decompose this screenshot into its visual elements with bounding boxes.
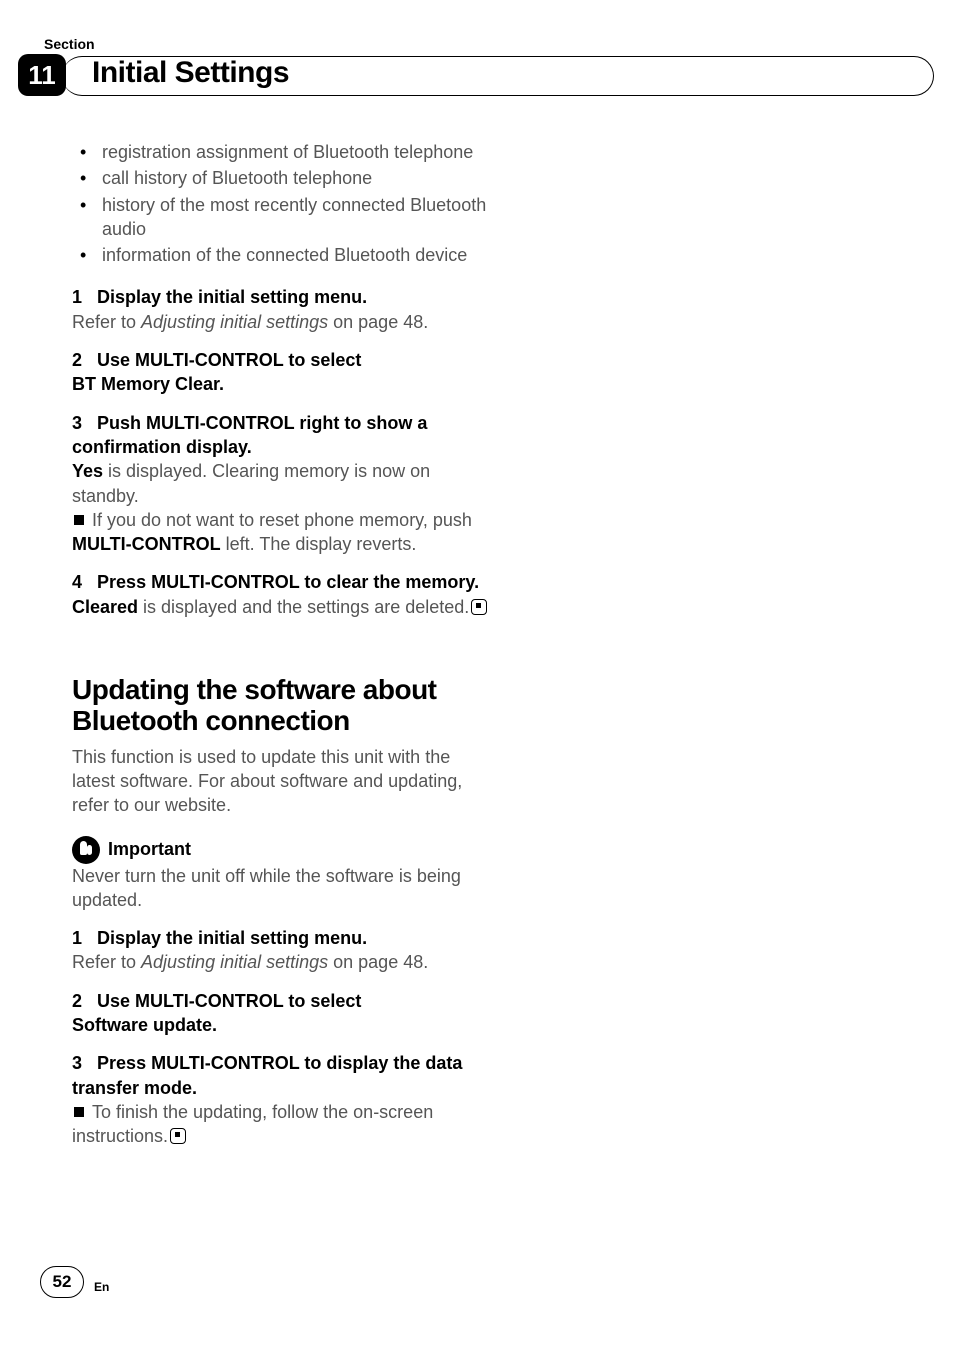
step-number: 1 [72,928,82,948]
step-number: 2 [72,350,82,370]
refer-prefix: Refer to [72,312,141,332]
step-a2: 2 Use MULTI-CONTROL to select BT Memory … [72,348,492,397]
step-heading: 1 Display the initial setting menu. [72,926,492,950]
step-title-line1: Use MULTI-CONTROL to select [97,350,361,370]
section-heading: Updating the software about Bluetooth co… [72,675,492,737]
refer-prefix: Refer to [72,952,141,972]
step-title-line2: BT Memory Clear. [72,374,224,394]
step-b2: 2 Use MULTI-CONTROL to select Software u… [72,989,492,1038]
step-title: Display the initial setting menu. [97,287,367,307]
step-b3: 3 Press MULTI-CONTROL to display the dat… [72,1051,492,1148]
step-number: 4 [72,572,82,592]
step-title-line2: Software update. [72,1015,217,1035]
step-a1: 1 Display the initial setting menu. Refe… [72,285,492,334]
body-rest: is displayed and the settings are delete… [138,597,469,617]
refer-link: Adjusting initial settings [141,952,328,972]
step-body: Refer to Adjusting initial settings on p… [72,310,492,334]
refer-link: Adjusting initial settings [141,312,328,332]
black-square-icon [74,515,84,525]
step-title: Push MULTI-CONTROL right to show a confi… [72,413,427,457]
list-item: registration assignment of Bluetooth tel… [72,140,492,164]
step-title: Press MULTI-CONTROL to display the data … [72,1053,462,1097]
step-title: Press MULTI-CONTROL to clear the memory. [97,572,479,592]
list-item: information of the connected Bluetooth d… [72,243,492,267]
step-heading: 2 Use MULTI-CONTROL to select Software u… [72,989,492,1038]
step-title-line1: Use MULTI-CONTROL to select [97,991,361,1011]
step-number: 3 [72,1053,82,1073]
chapter-header: 11 Initial Settings [0,54,954,102]
refer-suffix: on page 48. [328,952,428,972]
body-rest: is displayed. Clearing memory is now on … [72,461,430,505]
main-content: registration assignment of Bluetooth tel… [72,140,492,1149]
hand-point-icon [72,836,100,864]
page-footer: 52 En [40,1266,109,1298]
page-number: 52 [40,1266,84,1298]
yes-label: Yes [72,461,103,481]
important-label: Important [108,837,191,861]
end-of-section-icon [170,1128,186,1144]
note-prefix: If you do not want to reset phone memory… [92,510,472,530]
section-intro: This function is used to update this uni… [72,745,492,818]
step-b1: 1 Display the initial setting menu. Refe… [72,926,492,975]
chapter-title: Initial Settings [92,56,289,90]
note-suffix: left. The display reverts. [221,534,417,554]
step-note: If you do not want to reset phone memory… [72,508,492,557]
list-item: history of the most recently connected B… [72,193,492,242]
black-square-icon [74,1107,84,1117]
step-a3: 3 Push MULTI-CONTROL right to show a con… [72,411,492,557]
important-body: Never turn the unit off while the softwa… [72,864,492,913]
step-title: Display the initial setting menu. [97,928,367,948]
step-body: Refer to Adjusting initial settings on p… [72,950,492,974]
list-item: call history of Bluetooth telephone [72,166,492,190]
step-number: 2 [72,991,82,1011]
section-label: Section [44,36,95,52]
note-text: To finish the updating, follow the on-sc… [72,1102,433,1146]
step-heading: 3 Push MULTI-CONTROL right to show a con… [72,411,492,460]
important-callout: Important [72,836,492,864]
step-note: To finish the updating, follow the on-sc… [72,1100,492,1149]
step-body: Cleared is displayed and the settings ar… [72,595,492,619]
cleared-label: Cleared [72,597,138,617]
section-number-badge: 11 [18,54,66,96]
step-number: 1 [72,287,82,307]
bullet-list: registration assignment of Bluetooth tel… [72,140,492,267]
step-heading: 2 Use MULTI-CONTROL to select BT Memory … [72,348,492,397]
refer-suffix: on page 48. [328,312,428,332]
step-a4: 4 Press MULTI-CONTROL to clear the memor… [72,570,492,619]
step-number: 3 [72,413,82,433]
multi-control-label: MULTI-CONTROL [72,534,221,554]
step-body: Yes is displayed. Clearing memory is now… [72,459,492,508]
language-code: En [94,1270,109,1294]
step-heading: 1 Display the initial setting menu. [72,285,492,309]
end-of-section-icon [471,599,487,615]
step-heading: 3 Press MULTI-CONTROL to display the dat… [72,1051,492,1100]
step-heading: 4 Press MULTI-CONTROL to clear the memor… [72,570,492,594]
